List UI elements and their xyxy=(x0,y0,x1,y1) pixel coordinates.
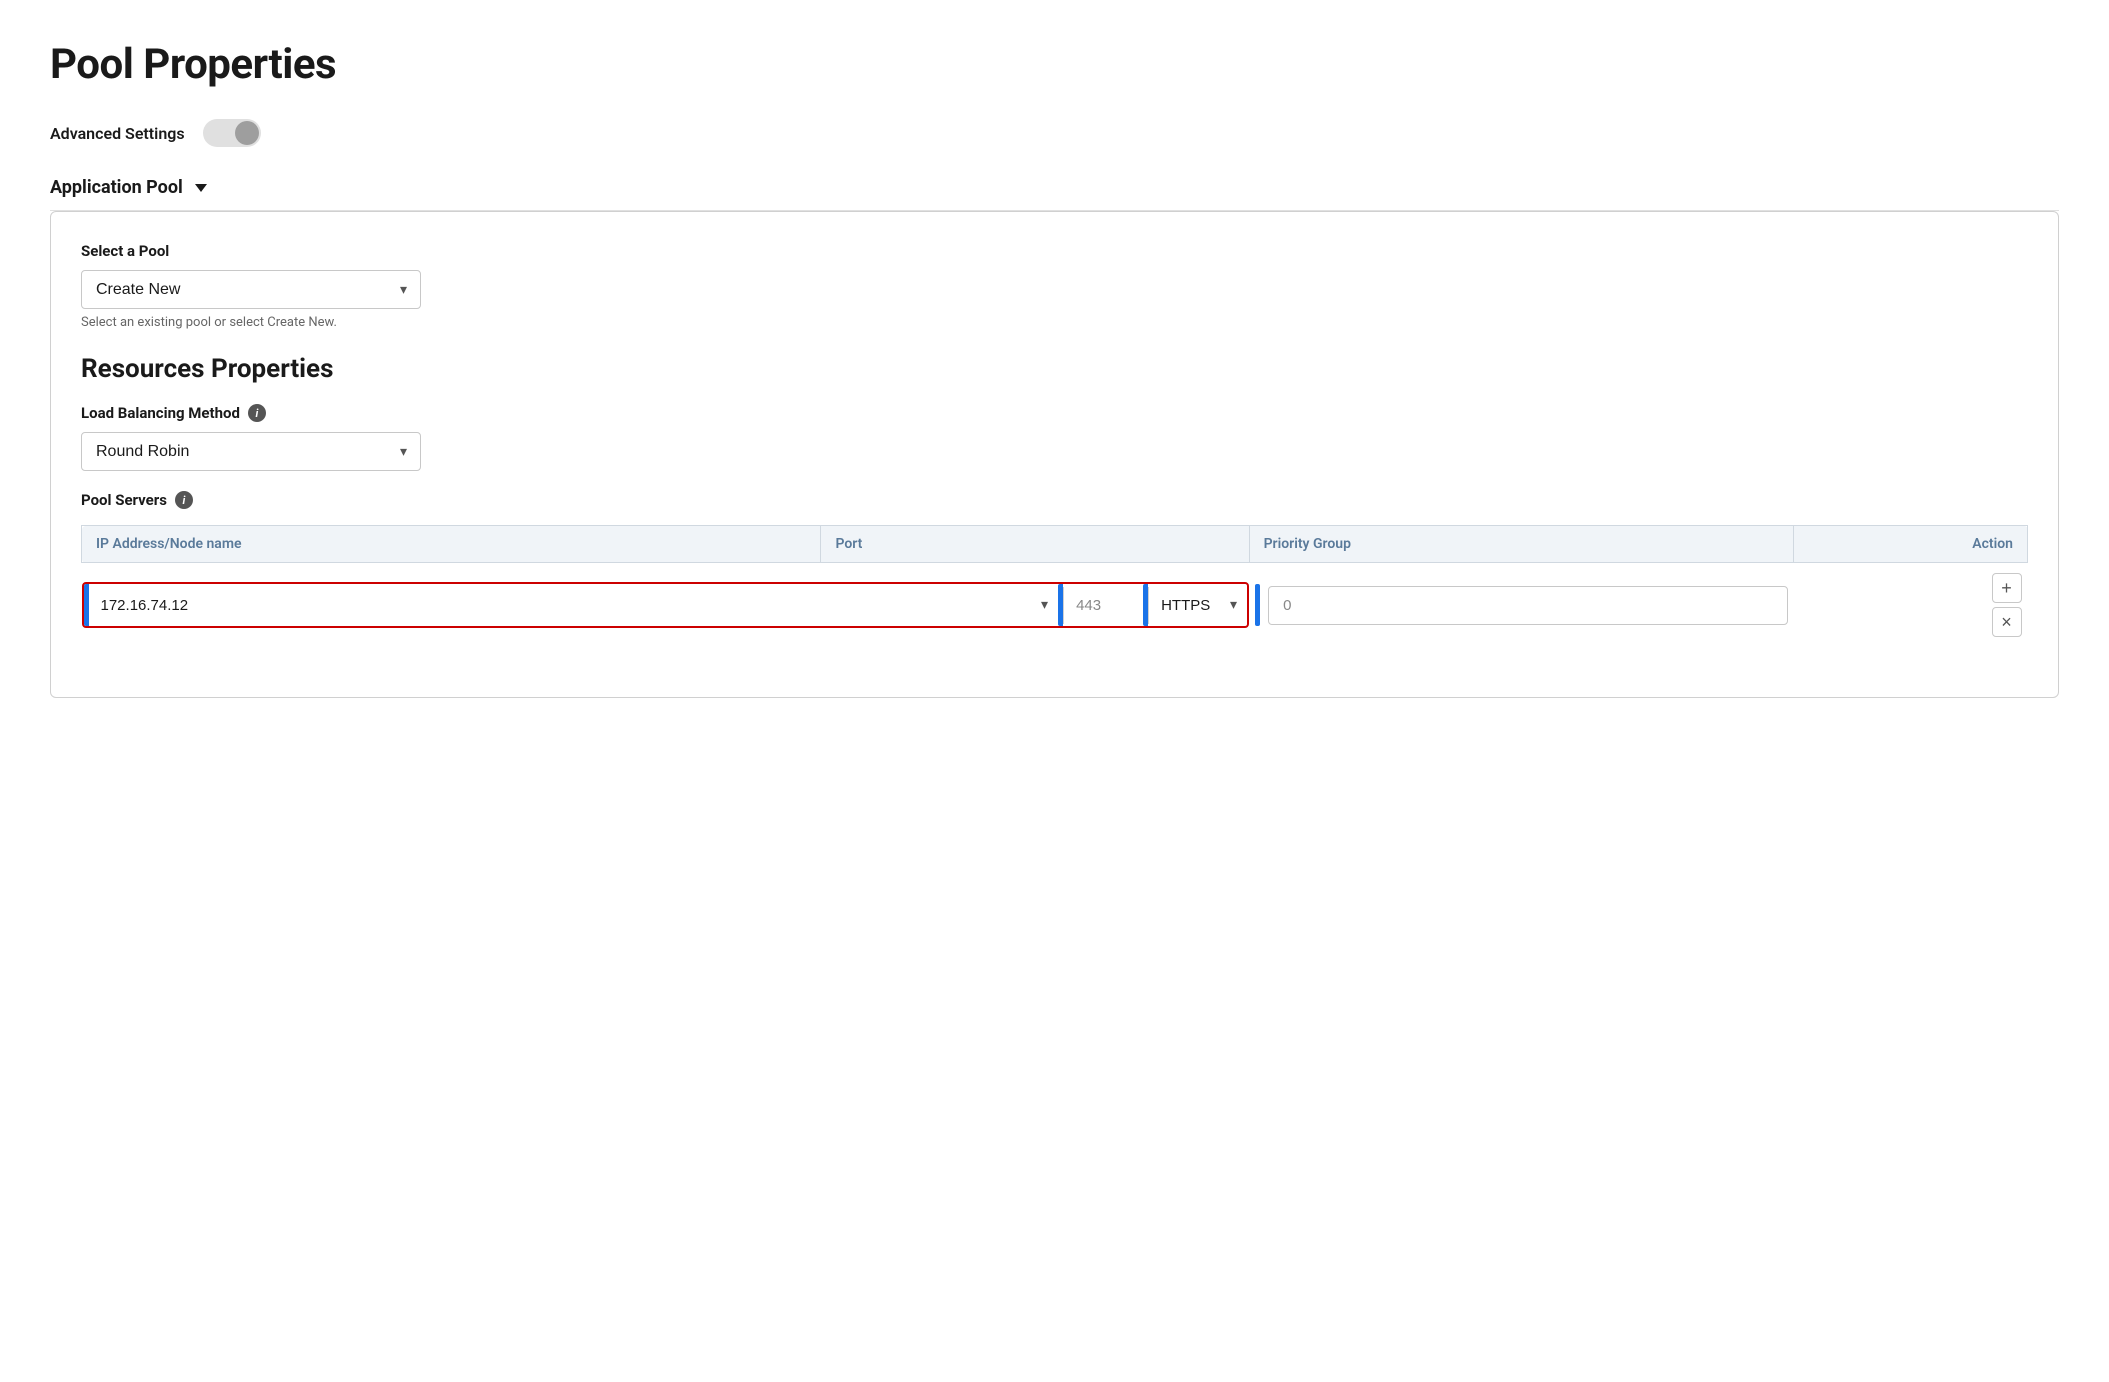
priority-cell xyxy=(1249,563,1794,648)
ip-select-wrapper: 172.16.74.12 ▾ xyxy=(89,587,1059,624)
application-pool-card: Select a Pool Create New Existing Pool 1… xyxy=(50,211,2059,698)
server-input-row: 172.16.74.12 ▾ HTTPS HTTP xyxy=(82,582,1250,628)
remove-server-button[interactable]: × xyxy=(1992,607,2022,637)
header-priority: Priority Group xyxy=(1249,526,1794,563)
action-cell: + × xyxy=(1794,563,2028,648)
toggle-knob xyxy=(235,121,259,145)
application-pool-header: Application Pool xyxy=(50,177,2059,211)
priority-cell-inner xyxy=(1255,584,1788,626)
pool-servers-info-icon: i xyxy=(175,491,193,509)
load-balancing-group: Load Balancing Method i Round Robin Leas… xyxy=(81,404,2028,471)
select-pool-label: Select a Pool xyxy=(81,242,2028,260)
select-pool-hint: Select an existing pool or select Create… xyxy=(81,315,2028,330)
page-title: Pool Properties xyxy=(50,40,2059,89)
table-row: 172.16.74.12 ▾ HTTPS HTTP xyxy=(82,563,2028,648)
select-pool-wrapper: Create New Existing Pool 1 Existing Pool… xyxy=(81,270,421,309)
header-action: Action xyxy=(1794,526,2028,563)
pool-servers-table: IP Address/Node name Port Priority Group… xyxy=(81,525,2028,647)
protocol-dropdown[interactable]: HTTPS HTTP TCP xyxy=(1149,587,1247,624)
pool-servers-group: Pool Servers i IP Address/Node name Port… xyxy=(81,491,2028,647)
header-port: Port xyxy=(821,526,1249,563)
priority-input[interactable] xyxy=(1268,586,1788,625)
select-pool-dropdown[interactable]: Create New Existing Pool 1 Existing Pool… xyxy=(81,270,421,309)
priority-blue-bar xyxy=(1255,584,1260,626)
advanced-settings-label: Advanced Settings xyxy=(50,124,185,143)
add-server-button[interactable]: + xyxy=(1992,573,2022,603)
table-header-row: IP Address/Node name Port Priority Group… xyxy=(82,526,2028,563)
protocol-select-wrapper: HTTPS HTTP TCP ▾ xyxy=(1148,587,1247,624)
pool-servers-label: Pool Servers i xyxy=(81,491,2028,509)
load-balancing-dropdown[interactable]: Round Robin Least Connections IP Hash xyxy=(81,432,421,471)
application-pool-chevron-icon[interactable] xyxy=(195,184,207,192)
select-pool-group: Select a Pool Create New Existing Pool 1… xyxy=(81,242,2028,330)
ip-address-dropdown[interactable]: 172.16.74.12 xyxy=(89,587,1059,624)
action-buttons: + × xyxy=(1800,573,2022,637)
resources-properties-title: Resources Properties xyxy=(81,354,2028,384)
advanced-settings-row: Advanced Settings xyxy=(50,119,2059,147)
port-input[interactable] xyxy=(1063,587,1143,624)
load-balancing-wrapper: Round Robin Least Connections IP Hash ▾ xyxy=(81,432,421,471)
advanced-settings-toggle[interactable] xyxy=(203,119,261,147)
application-pool-title: Application Pool xyxy=(50,177,183,198)
load-balancing-info-icon: i xyxy=(248,404,266,422)
application-pool-section-header: Application Pool xyxy=(50,177,2059,211)
server-ip-port-cell: 172.16.74.12 ▾ HTTPS HTTP xyxy=(82,563,1250,648)
load-balancing-label: Load Balancing Method i xyxy=(81,404,2028,422)
header-ip: IP Address/Node name xyxy=(82,526,821,563)
